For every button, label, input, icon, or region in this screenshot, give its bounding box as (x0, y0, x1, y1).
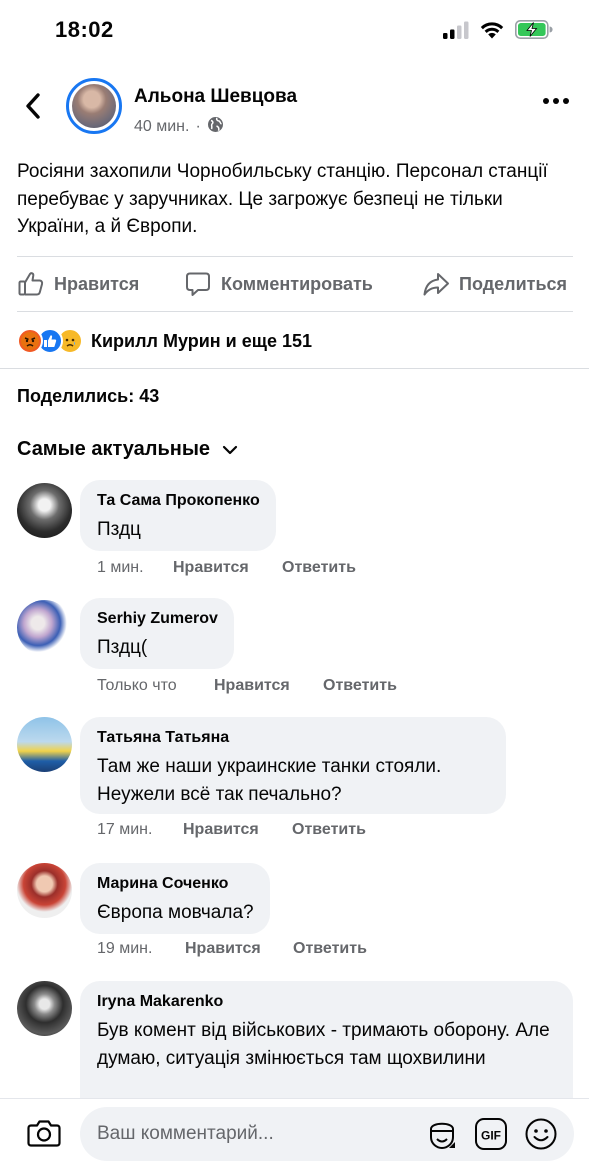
comment-sort-dropdown[interactable]: Самые актуальные (17, 438, 238, 461)
commenter-avatar[interactable] (17, 483, 72, 538)
shares-count[interactable]: Поделились: 43 (17, 386, 159, 407)
post-header: Альона Шевцова 40 мин. · (0, 72, 589, 138)
more-options-button[interactable] (543, 98, 569, 104)
section-divider (0, 368, 589, 369)
comment-reply-button[interactable]: Ответить (323, 677, 397, 695)
comment-text: Був комент від військових - тримають обо… (97, 1020, 550, 1069)
comment-meta: 1 мин. Нравится Ответить (97, 559, 356, 577)
comment-bubble[interactable]: Марина Соченко Європа мовчала? (80, 863, 270, 934)
commenter-name[interactable]: Марина Соченко (97, 874, 254, 894)
reactions-summary[interactable]: Кирилл Мурин и еще 151 (17, 326, 312, 356)
comment-bubble[interactable]: Та Сама Прокопенко Пздц (80, 480, 276, 551)
comment-text: Пздц( (97, 637, 148, 658)
comment-time[interactable]: 1 мин. (97, 559, 173, 577)
like-button[interactable]: Нравится (17, 270, 139, 298)
post-action-bar: Нравится Комментировать Поделиться (0, 256, 589, 312)
chevron-down-icon (222, 445, 238, 454)
comment-time[interactable]: 19 мин. (97, 940, 185, 958)
comment-text: Пздц (97, 519, 141, 540)
like-label: Нравится (54, 273, 140, 294)
comment-like-button[interactable]: Нравится (183, 821, 292, 839)
battery-charging-icon (515, 20, 553, 44)
comment-meta: Только что Нравится Ответить (97, 677, 397, 695)
comment-meta: 19 мин. Нравится Ответить (97, 940, 367, 958)
chevron-left-icon (26, 93, 40, 119)
comment-meta: 17 мин. Нравится Ответить (97, 821, 366, 839)
comment-button[interactable]: Комментировать (184, 270, 373, 298)
comment-text: Там же наши украинские танки стояли. Неу… (97, 756, 442, 805)
comment-like-button[interactable]: Нравится (173, 559, 282, 577)
commenter-name[interactable]: Serhiy Zumerov (97, 609, 218, 629)
comment-time[interactable]: 17 мин. (97, 821, 183, 839)
status-icons (443, 20, 553, 44)
angry-icon (17, 328, 43, 354)
thumbs-up-icon (18, 272, 44, 296)
comment-bubble[interactable]: Татьяна Татьяна Там же наши украинские т… (80, 717, 506, 814)
author-name[interactable]: Альона Шевцова (134, 86, 297, 108)
comment-composer: GIF (0, 1098, 589, 1169)
gif-icon[interactable]: GIF (474, 1117, 508, 1156)
comment-bubble[interactable]: Serhiy Zumerov Пздц( (80, 598, 234, 669)
divider (17, 311, 573, 312)
camera-icon (27, 1120, 61, 1147)
author-avatar[interactable] (66, 78, 122, 134)
commenter-avatar[interactable] (17, 981, 72, 1036)
post-text: Росіяни захопили Чорнобильську станцію. … (17, 161, 548, 237)
comment-reply-button[interactable]: Ответить (282, 559, 356, 577)
emoji-icon[interactable] (524, 1117, 558, 1156)
reactions-text: Кирилл Мурин и еще 151 (91, 330, 312, 351)
comment-time[interactable]: Только что (97, 677, 214, 695)
meta-separator: · (195, 118, 201, 135)
more-dot-icon (553, 98, 559, 104)
comment-like-button[interactable]: Нравится (214, 677, 323, 695)
commenter-avatar[interactable] (17, 600, 72, 655)
commenter-avatar[interactable] (17, 863, 72, 918)
camera-button[interactable] (26, 1115, 62, 1156)
post-time[interactable]: 40 мин. (134, 118, 189, 136)
more-dot-icon (563, 98, 569, 104)
avatar-sticker-icon[interactable] (425, 1117, 459, 1156)
post-meta: 40 мин. · (134, 116, 224, 138)
comment-bubble-icon (186, 272, 210, 296)
commenter-name[interactable]: Татьяна Татьяна (97, 728, 490, 748)
share-button[interactable]: Поделиться (422, 270, 567, 298)
status-time: 18:02 (55, 17, 114, 42)
comment-text: Європа мовчала? (97, 902, 254, 923)
more-dot-icon (543, 98, 549, 104)
share-label: Поделиться (459, 273, 568, 294)
back-button[interactable] (20, 90, 48, 122)
globe-icon[interactable] (207, 116, 224, 138)
commenter-name[interactable]: Iryna Makarenko (97, 992, 557, 1012)
cellular-signal-icon (443, 21, 469, 44)
svg-text:GIF: GIF (481, 1129, 501, 1143)
comment-reply-button[interactable]: Ответить (293, 940, 367, 958)
comment-label: Комментировать (221, 273, 373, 294)
comment-reply-button[interactable]: Ответить (292, 821, 366, 839)
comment-like-button[interactable]: Нравится (185, 940, 293, 958)
sort-label: Самые актуальные (17, 438, 211, 460)
commenter-name[interactable]: Та Сама Прокопенко (97, 491, 260, 511)
status-bar: 18:02 (0, 0, 589, 60)
wifi-icon (479, 20, 505, 44)
commenter-avatar[interactable] (17, 717, 72, 772)
author-avatar-image (72, 84, 116, 128)
share-arrow-icon (423, 273, 449, 296)
